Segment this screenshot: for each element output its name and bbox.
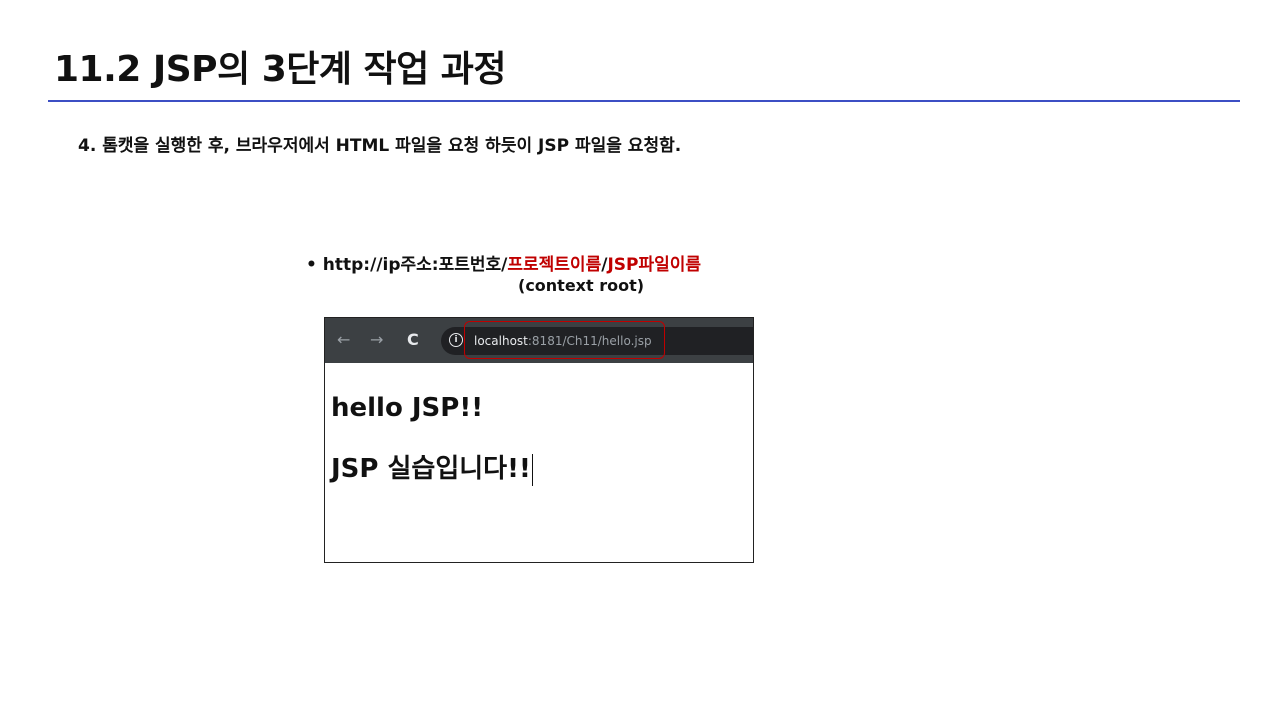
url-pattern-project-name: 프로젝트이름: [507, 255, 602, 275]
browser-toolbar: ← → C i localhost:8181/Ch11/hello.jsp: [325, 318, 753, 363]
slide-title: 11.2 JSP의 3단계 작업 과정: [54, 49, 507, 90]
url-pattern: • http://ip주소:포트번호/프로젝트이름/JSP파일이름: [306, 254, 701, 276]
title-divider: [48, 100, 1240, 102]
reload-icon[interactable]: C: [407, 330, 419, 350]
text-cursor: [531, 453, 533, 486]
page-text-hello: hello JSP!!: [331, 393, 484, 423]
site-info-icon[interactable]: i: [449, 333, 463, 347]
step-description: 4. 톰캣을 실행한 후, 브라우저에서 HTML 파일을 요청 하듯이 JSP…: [78, 136, 682, 156]
page-text-practice-label: JSP 실습입니다!!: [331, 454, 531, 484]
url-pattern-jsp-file-name: JSP파일이름: [607, 255, 702, 275]
url-highlight-box: [464, 321, 665, 359]
page-text-practice: JSP 실습입니다!!: [331, 452, 533, 486]
back-arrow-icon[interactable]: ←: [337, 330, 350, 350]
forward-arrow-icon[interactable]: →: [370, 330, 383, 350]
url-pattern-prefix: • http://ip주소:포트번호/: [306, 255, 508, 275]
context-root-note: (context root): [518, 276, 645, 295]
browser-screenshot: ← → C i localhost:8181/Ch11/hello.jsp he…: [324, 317, 754, 563]
